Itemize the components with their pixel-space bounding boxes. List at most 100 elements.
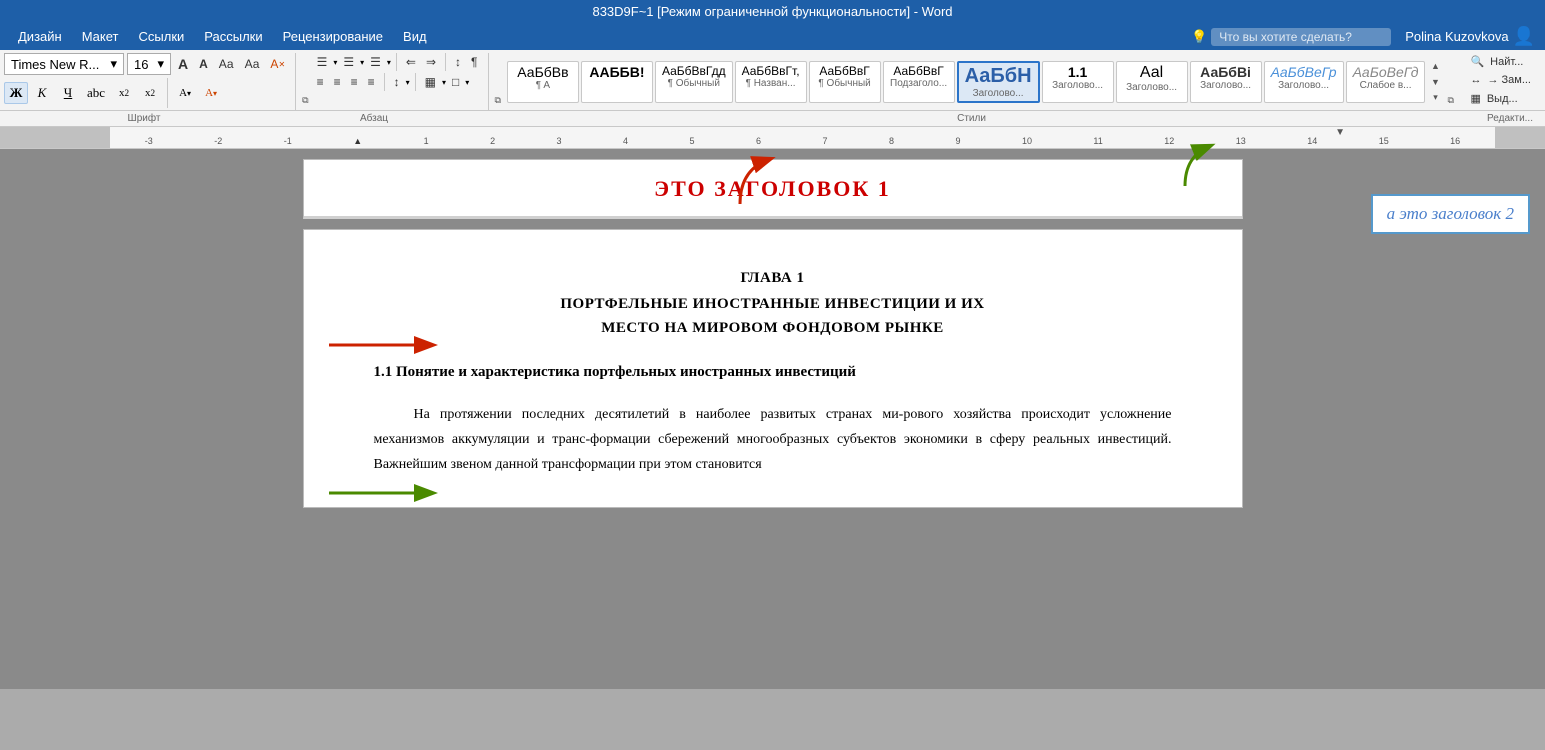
style-11-label: Заголово...	[1052, 80, 1103, 91]
underline-button[interactable]: Ч	[56, 82, 80, 104]
font-section-label: Шрифт	[4, 111, 284, 126]
font-size-dropdown[interactable]: 16 ▾	[127, 53, 171, 75]
gallery-scroll-down[interactable]: ▼	[1427, 75, 1443, 89]
style-item-heading2[interactable]: АаБбВi Заголово...	[1190, 61, 1262, 103]
ruler-mark: 2	[490, 136, 495, 146]
menu-rassylki[interactable]: Рассылки	[196, 25, 270, 48]
subscript-button[interactable]: x2	[112, 82, 136, 104]
toolbar-row: Times New R... ▾ 16 ▾ A A Аа Аа A✕ Ж К Ч…	[0, 50, 1545, 110]
menu-maket[interactable]: Макет	[74, 25, 127, 48]
ribbon-labels-row: Шрифт Абзац Стили Редакти...	[0, 110, 1545, 126]
styles-section-label: Стили	[464, 111, 1479, 126]
highlight-button[interactable]: A ▾	[173, 82, 197, 104]
replace-button[interactable]: ↔	[1466, 72, 1485, 88]
highlight-icon: A	[179, 87, 187, 99]
increase-font-button[interactable]: A	[174, 54, 192, 74]
editing-select-row: ▦ Выд...	[1466, 90, 1531, 107]
ruler-mark: -1	[284, 136, 292, 146]
line-space-button[interactable]: ↕	[390, 73, 404, 91]
select-label: Выд...	[1487, 93, 1518, 105]
style-item-heading1-active[interactable]: АаБбН Заголово...	[957, 61, 1040, 103]
indent-button[interactable]: ⇒	[422, 53, 440, 71]
style-item-obychny[interactable]: АаБбВвГ ¶ Обычный	[809, 61, 881, 103]
style-nospacing-preview: ААББВ!	[589, 64, 644, 80]
title-bar: 833D9F~1 [Режим ограниченной функциональ…	[0, 0, 1545, 23]
paragraph-section: ☰ ▾ ☰ ▾ ☰ ▾ ⇐ ⇒ ↕ ¶ ≡ ≡ ≡ ≡ ↕ ▾	[313, 53, 489, 110]
clear-format-button[interactable]: Аа	[215, 55, 238, 73]
clear-all-button[interactable]: A✕	[266, 55, 289, 73]
sort-button[interactable]: ↕	[451, 53, 465, 71]
font-section-expand[interactable]: ⧉	[302, 95, 308, 106]
strikethrough-button[interactable]: abc	[82, 82, 110, 104]
font-color-button[interactable]: A ▾	[199, 82, 223, 104]
multilevel-list-button[interactable]: ☰	[366, 53, 385, 71]
style-podzag-label: Подзаголо...	[890, 78, 947, 89]
search-input[interactable]	[1211, 28, 1391, 46]
bullet-list-button[interactable]: ☰	[313, 53, 332, 71]
style-item-blue-heading[interactable]: АаБбВеГр Заголово...	[1264, 61, 1344, 103]
style-heading2-preview: АаБбВi	[1200, 64, 1251, 80]
style-item-nospacing[interactable]: ААББВ!	[581, 61, 653, 103]
bold-button[interactable]: Ж	[4, 82, 28, 104]
gallery-scroll-controls: ▲ ▼ ▾	[1427, 59, 1443, 105]
style-item-named[interactable]: АаБбВвГт, ¶ Назван...	[735, 61, 807, 103]
decrease-font-button[interactable]: A	[195, 55, 212, 73]
style-item-aal[interactable]: Ааl Заголово...	[1116, 61, 1188, 103]
justify-button[interactable]: ≡	[364, 73, 379, 91]
italic-button[interactable]: К	[30, 82, 54, 104]
search-bulb-icon: 💡	[1191, 29, 1207, 45]
ribbon: Times New R... ▾ 16 ▾ A A Аа Аа A✕ Ж К Ч…	[0, 50, 1545, 127]
ruler-mark: 6	[756, 136, 761, 146]
menu-recenzirovanie[interactable]: Рецензирование	[275, 25, 391, 48]
style-heading1-active-preview: АаБбН	[965, 65, 1032, 88]
style-normal-label: ¶ A	[536, 80, 550, 91]
style-item-podzag[interactable]: АаБбВвГ Подзаголо...	[883, 61, 955, 103]
style-item-h1normal[interactable]: АаБбВвГдд ¶ Обычный	[655, 61, 733, 103]
border-button[interactable]: □	[448, 73, 463, 91]
style-h1normal-preview: АаБбВвГдд	[662, 64, 726, 78]
style-aal-label: Заголово...	[1126, 82, 1177, 93]
ruler-mark: 11	[1093, 136, 1102, 146]
replace-label: → Зам...	[1487, 74, 1531, 86]
subheading-11: 1.1 Понятие и характеристика портфельных…	[374, 360, 1172, 386]
para-align-row: ≡ ≡ ≡ ≡ ↕ ▾ ▦ ▾ □ ▾	[313, 73, 482, 91]
number-list-button[interactable]: ☰	[339, 53, 358, 71]
outdent-button[interactable]: ⇐	[402, 53, 420, 71]
body-text-content: На протяжении последних десятилетий в на…	[374, 407, 1172, 472]
menu-dizain[interactable]: Дизайн	[10, 25, 70, 48]
select-button[interactable]: ▦	[1466, 90, 1484, 107]
font-name-dropdown[interactable]: Times New R... ▾	[4, 53, 124, 75]
gallery-scroll-more[interactable]: ▾	[1427, 91, 1443, 105]
paragraph-section-expand[interactable]: ⧉	[495, 95, 501, 106]
ruler-mark: 13	[1236, 136, 1246, 146]
find-button[interactable]: 🔍	[1466, 53, 1488, 70]
show-marks-button[interactable]: ¶	[467, 53, 481, 71]
text-case-button[interactable]: Аа	[241, 55, 264, 73]
ruler-mark: -3	[145, 136, 153, 146]
style-heading1-active-label: Заголово...	[973, 88, 1024, 99]
style-normal-preview: АаБбВв	[517, 64, 568, 80]
style-item-normal[interactable]: АаБбВв ¶ A	[507, 61, 579, 103]
align-right-button[interactable]: ≡	[347, 73, 362, 91]
style-item-weak[interactable]: АаБоВеГд Слабое в...	[1346, 61, 1426, 103]
shading-button[interactable]: ▦	[421, 73, 440, 91]
main-area: -3 -2 -1 ▲ 1 2 3 4 5 6 7 8 9 10 11 12 13	[0, 127, 1545, 689]
styles-section-expand[interactable]: ⧉	[1447, 95, 1453, 106]
menu-vid[interactable]: Вид	[395, 25, 435, 48]
gallery-scroll-up[interactable]: ▲	[1427, 59, 1443, 73]
style-item-11[interactable]: 1.1 Заголово...	[1042, 61, 1114, 103]
superscript-button[interactable]: x2	[138, 82, 162, 104]
body-paragraph: На протяжении последних десятилетий в на…	[374, 402, 1172, 478]
bullet-drop-icon: ▾	[333, 58, 337, 67]
ruler-mark: 8	[889, 136, 894, 146]
chapter-number: ГЛАВА 1	[374, 265, 1172, 292]
menu-ssylki[interactable]: Ссылки	[131, 25, 193, 48]
ruler-mark: 14	[1307, 136, 1317, 146]
align-left-button[interactable]: ≡	[313, 73, 328, 91]
editing-section: 🔍 Найт... ↔ → Зам... ▦ Выд...	[1460, 53, 1537, 110]
ruler-mark: 9	[955, 136, 960, 146]
editing-bottom-row: ↔ → Зам...	[1466, 72, 1531, 88]
align-center-button[interactable]: ≡	[330, 73, 345, 91]
ruler-mark: 5	[690, 136, 695, 146]
style-weak-preview: АаБоВеГд	[1353, 64, 1419, 80]
